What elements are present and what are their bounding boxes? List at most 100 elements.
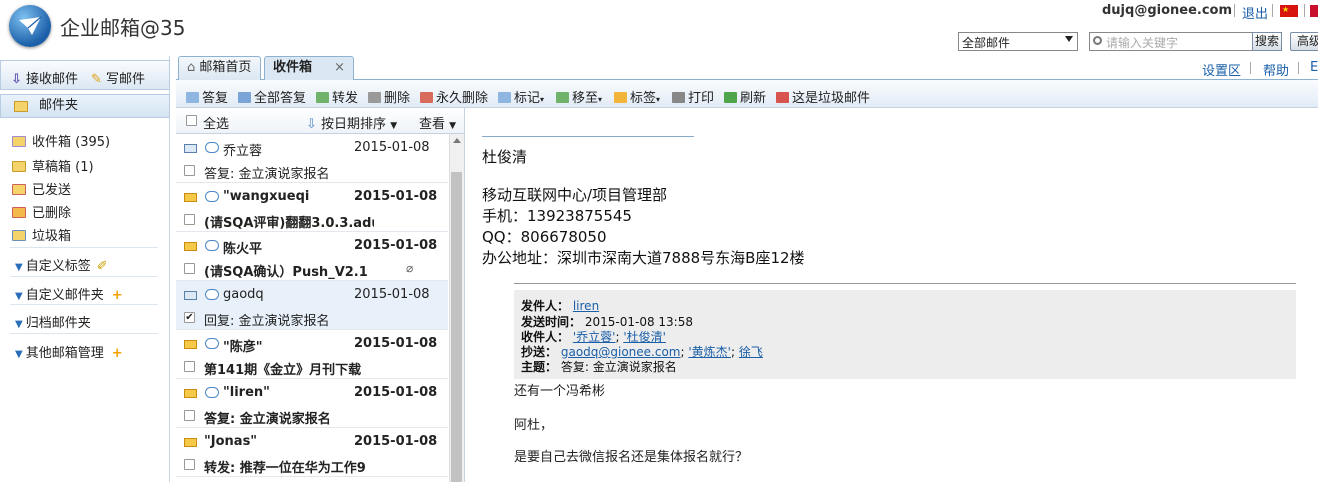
folder-select[interactable]: 全部邮件 [958,32,1078,51]
section-archive-folders[interactable]: ▼ 归档邮件夹 [15,312,91,331]
date: 2015-01-08 [354,140,430,155]
sort-dropdown[interactable]: ⇩ 按日期排序 ▼ [306,113,397,132]
triangle-down-icon: ▼ [15,319,23,330]
list-item[interactable]: 陈火平 2015-01-08 (请SQA确认）Push_V2.1 ⌀ [176,232,448,281]
to-link[interactable]: '杜俊清' [623,330,666,344]
section-custom-tags[interactable]: ▼ 自定义标签 ✐ [15,255,108,274]
chat-bubble-icon[interactable] [205,240,219,251]
folder-inbox[interactable]: 收件箱 (395) [12,131,110,150]
add-folder-icon[interactable]: + [112,288,123,303]
delete-button[interactable]: 删除 [368,87,410,106]
folder-drafts[interactable]: 草稿箱 (1) [12,156,94,175]
triangle-down-icon: ▼ [15,291,23,302]
forward-button[interactable]: 转发 [316,87,358,106]
sent-icon [12,184,26,195]
envelope-icon [184,144,197,153]
tag-button[interactable]: 标签▾ [614,87,660,106]
reply-all-icon [238,92,251,103]
search-input[interactable]: 请输入关键字 [1089,32,1253,51]
trash-folder-icon [12,230,26,241]
move-to-button[interactable]: 移至▾ [556,87,602,106]
help-link[interactable]: 帮助 [1263,60,1289,79]
subject: 第141期《金立》月刊下载 [204,363,362,378]
mail-logo-icon [9,5,51,47]
section-label: 其他邮箱管理 [25,346,104,361]
date: 2015-01-08 [354,287,430,302]
hongkong-flag-icon[interactable] [1310,5,1318,17]
to-label: 收件人： [521,330,570,344]
divider [10,333,158,334]
reply-all-button[interactable]: 全部答复 [238,87,306,106]
sender: gaodq [223,287,264,302]
toolbar-label: 转发 [332,91,359,106]
mark-button[interactable]: 标记▾ [498,87,544,106]
select-all-checkbox[interactable] [186,115,197,126]
advanced-search-button[interactable]: 高级 [1290,32,1318,51]
chat-bubble-icon[interactable] [205,338,219,349]
view-label: 查看 [419,117,446,132]
cc-link[interactable]: '黄炼杰' [688,345,731,359]
search-button[interactable]: 搜索 [1252,32,1282,51]
row-checkbox[interactable] [184,361,195,372]
chat-bubble-icon[interactable] [205,191,219,202]
spam-button[interactable]: 这是垃圾邮件 [776,87,870,106]
scroll-up-icon[interactable] [453,138,461,143]
reply-button[interactable]: 答复 [186,87,228,106]
china-flag-icon[interactable]: ★ [1280,5,1298,17]
list-item[interactable]: "Jonas" 2015-01-08 转发: 推荐一位在华为工作9 [176,428,448,477]
folder-trash[interactable]: 垃圾箱 [12,225,71,244]
list-item[interactable]: 乔立蓉 2015-01-08 答复: 金立演说家报名 [176,134,448,183]
folder-deleted[interactable]: 已删除 [12,202,71,221]
chat-bubble-icon[interactable] [205,289,219,300]
receive-mail-button[interactable]: ⇩ 接收邮件 [11,68,78,87]
row-checkbox[interactable] [184,165,195,176]
quoted-subject-line: 主题： 答复: 金立演说家报名 [521,358,677,375]
list-item[interactable]: gaodq 2015-01-08 ✔ 回复: 金立演说家报名 [176,281,448,330]
scrollbar-thumb[interactable] [451,172,462,482]
tag-icon[interactable]: ✐ [97,259,108,274]
row-checkbox[interactable] [184,263,195,274]
tab-inbox[interactable]: 收件箱 × [264,56,354,80]
view-dropdown[interactable]: 查看 ▼ [419,113,456,132]
mail-folder-header[interactable]: 邮件夹 [0,94,170,118]
print-button[interactable]: 打印 [672,87,714,106]
tab-label: 邮箱首页 [199,60,252,75]
chat-bubble-icon[interactable] [205,387,219,398]
close-icon[interactable]: × [334,57,345,79]
divider [10,276,158,277]
section-custom-folders[interactable]: ▼ 自定义邮件夹 + [15,284,123,303]
list-item[interactable]: "wangxueqi 2015-01-08 (请SQA评审)翻翻3.0.3.ad… [176,183,448,232]
chat-bubble-icon[interactable] [205,142,219,153]
row-checkbox[interactable] [184,459,195,470]
mail-folder-label: 邮件夹 [39,98,79,113]
refresh-button[interactable]: 刷新 [724,87,766,106]
list-item[interactable]: "liren" 2015-01-08 答复: 金立演说家报名 [176,379,448,428]
extra-link[interactable]: E [1310,60,1318,75]
row-checkbox[interactable] [184,214,195,225]
cc-link[interactable]: gaodq@gionee.com [561,345,681,359]
row-checkbox-checked[interactable]: ✔ [184,312,195,323]
toolbar-label: 打印 [688,91,715,106]
row-checkbox[interactable] [184,410,195,421]
settings-link[interactable]: 设置区 [1202,60,1241,79]
sender: 陈火平 [223,242,263,257]
quoted-from-line: 发件人： liren [521,297,599,314]
tab-bar: ⌂ 邮箱首页 收件箱 × [176,56,1318,80]
forward-icon [316,92,329,103]
from-link[interactable]: liren [573,299,599,313]
add-mailbox-icon[interactable]: + [112,346,123,361]
list-item[interactable]: "陈彦" 2015-01-08 第141期《金立》月刊下载 [176,330,448,379]
section-other-mailboxes[interactable]: ▼ 其他邮箱管理 + [15,342,123,361]
brand-title: 企业邮箱@35 [60,16,186,40]
trash-icon [368,92,381,103]
folder-sent[interactable]: 已发送 [12,179,71,198]
tab-home[interactable]: ⌂ 邮箱首页 [178,56,261,80]
logout-link[interactable]: 退出 [1242,3,1268,22]
time-value: 2015-01-08 13:58 [584,315,693,329]
to-link[interactable]: '乔立蓉' [573,330,616,344]
subject-label: 主题： [521,360,558,374]
cc-link[interactable]: 徐飞 [739,345,763,359]
compose-button[interactable]: ✎ 写邮件 [91,68,145,87]
body-line: 还有一个冯希彬 [514,384,606,399]
permanent-delete-button[interactable]: 永久删除 [420,87,488,106]
